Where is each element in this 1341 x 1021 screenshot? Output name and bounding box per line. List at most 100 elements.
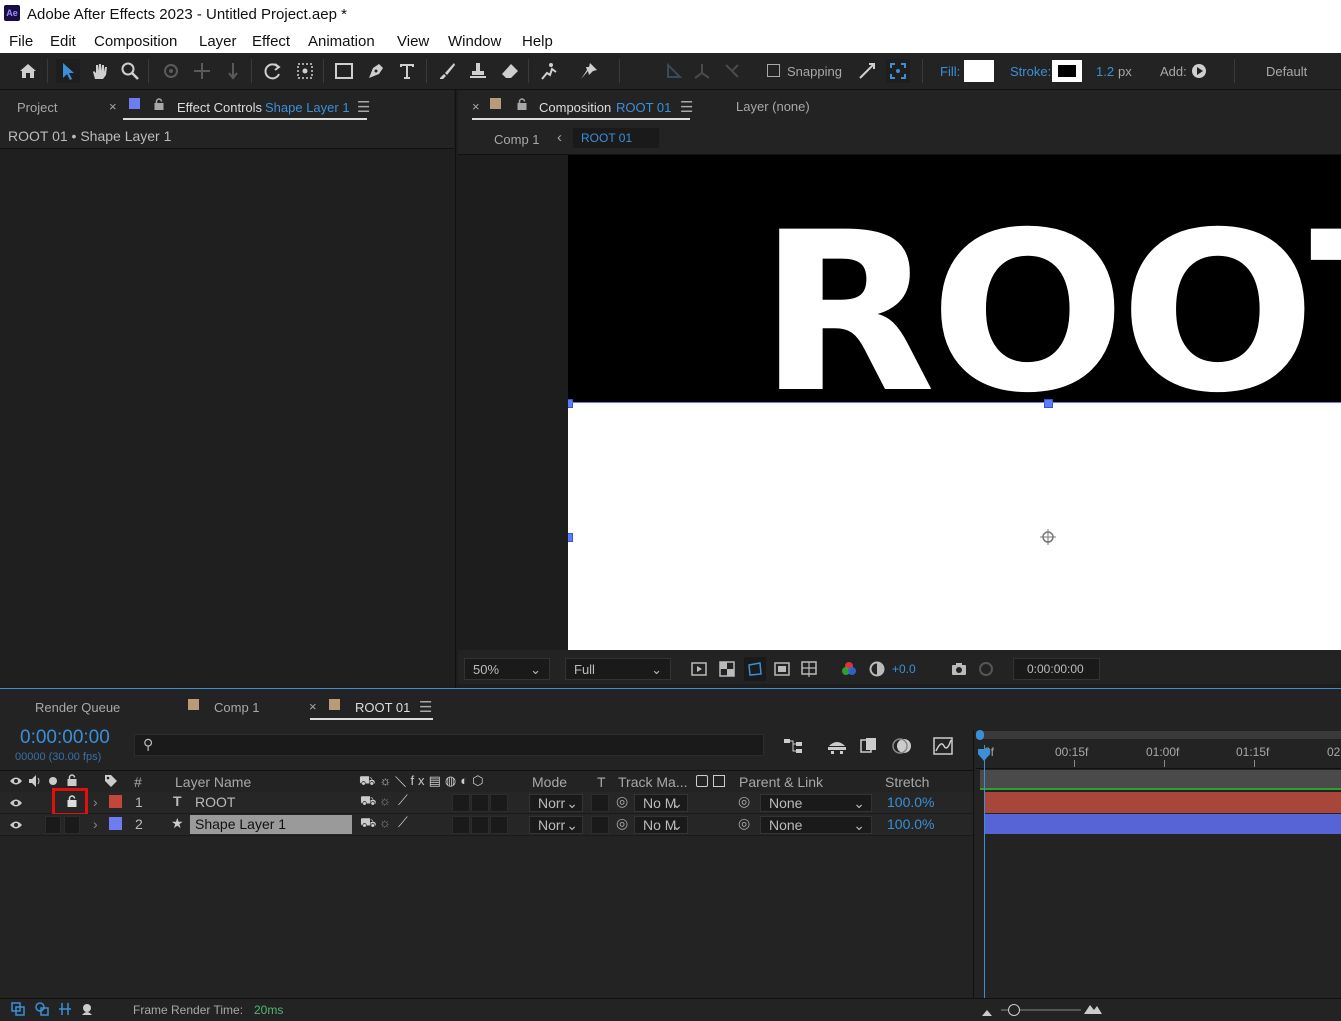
menu-edit[interactable]: Edit [50, 33, 76, 50]
hand-tool-icon[interactable] [87, 59, 111, 83]
panel-menu-icon[interactable]: ☰ [680, 98, 693, 116]
parent-dropdown[interactable]: None ⌄ [760, 794, 872, 812]
shy-switch-icon[interactable]: ⛟ [360, 815, 376, 833]
shape-layer-duration-bar[interactable] [984, 814, 1341, 834]
tab-render-queue[interactable]: Render Queue [35, 700, 120, 715]
align-world-axis-icon[interactable] [690, 59, 714, 83]
panel-menu-icon[interactable]: ☰ [357, 98, 370, 116]
column-parent-link[interactable]: Parent & Link [739, 774, 823, 790]
3d-switch-box[interactable] [490, 794, 508, 812]
tab-composition[interactable]: Composition [539, 100, 611, 115]
composition-canvas[interactable]: ROOT [568, 155, 1341, 650]
tab-layer[interactable]: Layer (none) [736, 99, 810, 114]
layer-label-color[interactable] [109, 795, 122, 808]
stroke-width-value[interactable]: 1.2 [1096, 64, 1114, 79]
track-matte-dropdown[interactable]: No M ⌄ [634, 794, 688, 812]
playhead-handle[interactable] [977, 748, 991, 762]
tab-comp-1[interactable]: Comp 1 [214, 700, 260, 715]
lock-column-icon[interactable] [66, 774, 78, 789]
menu-effect[interactable]: Effect [252, 33, 290, 50]
eraser-tool-icon[interactable] [498, 59, 522, 83]
anchor-point-icon[interactable] [1040, 529, 1056, 545]
pen-tool-icon[interactable] [364, 59, 388, 83]
quality-switch-icon[interactable]: ⟋ [398, 792, 408, 809]
exposure-value[interactable]: +0.0 [892, 662, 916, 676]
snap-features-icon[interactable] [886, 59, 910, 83]
quality-switch-icon[interactable]: ⟋ [398, 814, 408, 831]
track-matte-dropdown[interactable]: No M ⌄ [634, 816, 688, 834]
dolly-camera-icon[interactable] [221, 59, 245, 83]
collapse-switch-icon[interactable]: ☼ [379, 815, 391, 830]
timeline-zoom-slider[interactable] [1001, 1004, 1081, 1016]
menu-composition[interactable]: Composition [94, 33, 177, 50]
pan-camera-icon[interactable] [190, 59, 214, 83]
frame-blending-icon[interactable] [858, 736, 880, 756]
align-view-axis-icon[interactable] [720, 59, 744, 83]
workspace-default[interactable]: Default [1266, 64, 1307, 79]
frame-blend-switch-box[interactable] [471, 816, 489, 834]
menu-help[interactable]: Help [522, 33, 553, 50]
lock-icon[interactable] [153, 98, 165, 113]
expand-chevron-icon[interactable]: › [93, 816, 98, 832]
current-time-display[interactable]: 0:00:00:00 [1013, 658, 1100, 680]
zoom-out-mountain-icon[interactable] [982, 1004, 992, 1016]
zoom-slider-thumb[interactable] [1008, 1004, 1020, 1016]
align-local-axis-icon[interactable] [662, 59, 686, 83]
root-layer-duration-bar[interactable] [984, 792, 1341, 813]
stretch-value[interactable]: 100.0% [887, 816, 934, 832]
home-icon[interactable] [16, 59, 40, 83]
lock-switch-box[interactable] [64, 816, 80, 834]
transparency-grid-icon[interactable] [718, 660, 736, 678]
tab-project[interactable]: Project [17, 100, 57, 115]
toggle-mask-visibility-icon[interactable] [744, 657, 766, 681]
magnification-dropdown[interactable]: 50% ⌄ [464, 658, 550, 680]
type-tool-icon[interactable] [395, 59, 419, 83]
shape-layer-rectangle[interactable] [568, 403, 1341, 650]
current-time[interactable]: 0:00:00:00 [20, 727, 110, 749]
close-tab-icon[interactable]: × [109, 99, 117, 114]
composition-name[interactable]: ROOT 01 [616, 100, 671, 115]
blend-mode-dropdown[interactable]: Norr ⌄ [529, 794, 583, 812]
expand-chevron-icon[interactable]: › [93, 794, 98, 810]
graph-editor-icon[interactable] [932, 736, 954, 756]
render-time-toggle-icon[interactable] [81, 1002, 97, 1016]
fast-previews-icon[interactable] [690, 660, 708, 678]
menu-window[interactable]: Window [448, 33, 501, 50]
tab-effect-controls[interactable]: Effect Controls [177, 100, 262, 115]
parent-pick-whip-icon[interactable]: ◎ [738, 793, 750, 810]
preserve-transparency-box[interactable] [591, 816, 609, 834]
breadcrumb-parent[interactable]: Comp 1 [494, 132, 540, 147]
fx-switch-box[interactable] [452, 794, 470, 812]
work-area-bar[interactable] [976, 730, 1341, 740]
effect-controls-target[interactable]: Shape Layer 1 [265, 100, 350, 115]
menu-animation[interactable]: Animation [308, 33, 375, 50]
snap-edges-icon[interactable] [855, 59, 879, 83]
audio-icon[interactable] [28, 774, 42, 788]
layer-name[interactable]: ROOT [195, 794, 235, 810]
video-visibility-icon[interactable] [9, 775, 23, 787]
menu-layer[interactable]: Layer [199, 33, 237, 50]
region-of-interest-icon[interactable] [773, 660, 791, 678]
collapse-switch-icon[interactable]: ☼ [379, 793, 391, 808]
panel-menu-icon[interactable]: ☰ [419, 698, 432, 716]
transfer-controls-toggle-icon[interactable] [35, 1002, 49, 1016]
blend-mode-dropdown[interactable]: Norr ⌄ [529, 816, 583, 834]
orbit-camera-icon[interactable] [159, 59, 183, 83]
frame-blend-switch-box[interactable] [471, 794, 489, 812]
rotation-tool-icon[interactable] [261, 59, 285, 83]
root-text-layer[interactable]: ROOT [758, 203, 1341, 423]
snapshot-camera-icon[interactable] [950, 660, 968, 678]
column-stretch[interactable]: Stretch [885, 774, 929, 790]
transform-handle-top-center[interactable] [1044, 399, 1053, 408]
menu-file[interactable]: File [9, 33, 33, 50]
close-tab-icon[interactable]: × [472, 99, 480, 114]
anchor-point-tool-icon[interactable] [293, 59, 317, 83]
motion-blur-icon[interactable] [891, 736, 913, 756]
layer-name-selected-bg[interactable]: Shape Layer 1 [190, 815, 352, 834]
solo-switch-box[interactable] [45, 816, 61, 834]
breadcrumb-current-box[interactable]: ROOT 01 [573, 128, 659, 148]
label-tag-icon[interactable] [104, 774, 118, 788]
pick-whip-icon[interactable]: ◎ [616, 793, 628, 810]
column-mode[interactable]: Mode [532, 774, 567, 790]
layer-row-root[interactable]: › 1 T ROOT ⛟ ☼ ⟋ Norr ⌄ ◎ No M ⌄ ◎ None ⌄ 1… [0, 792, 973, 814]
